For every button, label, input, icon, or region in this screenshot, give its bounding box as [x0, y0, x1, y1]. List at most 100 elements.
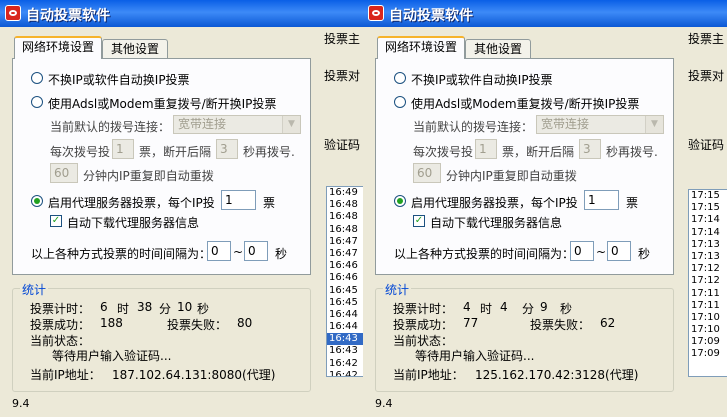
settings-panel: 不换IP或软件自动换IP投票 使用Adsl或Modem重复拨号/断开换IP投票 当前…	[12, 58, 311, 275]
current-ip-label: 当前IP地址：	[30, 368, 101, 382]
votes-per-dial-input[interactable]: 1	[475, 139, 497, 159]
log-list-item[interactable]: 17:11	[689, 300, 727, 312]
log-list-item[interactable]: 17:15	[689, 190, 727, 202]
proxy-label[interactable]: 启用代理服务器投票，每个IP投	[48, 194, 215, 211]
log-list-item[interactable]: 16:47	[327, 248, 363, 260]
log-list-item[interactable]: 17:09	[689, 348, 727, 360]
radio-adsl-redial[interactable]	[394, 96, 406, 108]
timer-hours: 6	[100, 300, 108, 314]
votes-per-dial-input[interactable]: 1	[112, 139, 134, 159]
vote-window-right: 自动投票软件网络环境设置 其他设置不换IP或软件自动换IP投票使用Adsl或Mod…	[363, 0, 727, 417]
timer-seconds: 10	[177, 300, 193, 314]
dial-connection-select[interactable]: 宽带连接 ▼	[173, 115, 301, 134]
log-list-item[interactable]: 16:42	[327, 358, 363, 370]
tab-network-settings[interactable]: 网络环境设置	[377, 36, 465, 59]
log-list-item[interactable]: 17:09	[689, 336, 727, 348]
disconnect-interval-input[interactable]: 3	[579, 139, 601, 159]
no-repeat-minutes-input[interactable]: 60	[50, 163, 78, 183]
no-switch-ip-label[interactable]: 不换IP或软件自动换IP投票	[48, 71, 190, 88]
log-list-item[interactable]: 16:43	[327, 333, 363, 346]
log-list-item[interactable]: 16:47	[327, 236, 363, 248]
proxy-label[interactable]: 启用代理服务器投票，每个IP投	[411, 194, 578, 211]
log-list-item[interactable]: 16:42	[327, 370, 363, 376]
interval-unit-label: 秒	[638, 247, 651, 261]
log-list-item[interactable]: 17:12	[689, 263, 727, 275]
radio-no-switch-ip[interactable]	[394, 72, 406, 84]
redial-label: 秒再拨号.	[243, 145, 295, 159]
no-repeat-label: 分钟内IP重复即自动重拨	[83, 169, 214, 183]
vote-success-label: 投票成功：	[30, 318, 91, 332]
version-label: 9.4	[375, 397, 393, 410]
log-list-item[interactable]: 17:10	[689, 324, 727, 336]
disconnect-interval-input[interactable]: 3	[216, 139, 238, 159]
log-list-item[interactable]: 16:48	[327, 224, 363, 236]
auto-download-label[interactable]: 自动下载代理服务器信息	[67, 214, 199, 231]
votes-per-ip-input[interactable]: 1	[584, 190, 619, 210]
votes-per-ip-input[interactable]: 1	[221, 190, 256, 210]
log-list[interactable]: 17:15 17:15 17:14 17:14 17:13 17:13 17:12 17:12…	[688, 189, 727, 377]
vote-success-count: 188	[100, 316, 123, 330]
vote-topic-label: 投票主	[688, 32, 725, 46]
interval-min-input[interactable]: 0	[570, 241, 594, 261]
adsl-redial-label[interactable]: 使用Adsl或Modem重复拨号/断开换IP投票	[48, 95, 276, 112]
interval-min-input[interactable]: 0	[207, 241, 231, 261]
title-bar[interactable]: 自动投票软件	[0, 0, 363, 27]
log-list-item[interactable]: 17:12	[689, 275, 727, 287]
timer-hours-unit: 时	[117, 302, 130, 316]
tab-other-settings[interactable]: 其他设置	[102, 39, 168, 60]
disconnect-label: 票，断开后隔	[502, 145, 575, 159]
no-switch-ip-label[interactable]: 不换IP或软件自动换IP投票	[411, 71, 553, 88]
log-list[interactable]: 16:49 16:48 16:48 16:48 16:47 16:47 16:46 16:46…	[326, 186, 363, 377]
tab-network-settings[interactable]: 网络环境设置	[14, 36, 102, 59]
no-repeat-label: 分钟内IP重复即自动重拨	[446, 169, 577, 183]
log-list-item[interactable]: 17:11	[689, 288, 727, 300]
radio-proxy[interactable]	[394, 195, 406, 207]
log-list-item[interactable]: 17:13	[689, 251, 727, 263]
vote-window-left: 自动投票软件网络环境设置 其他设置不换IP或软件自动换IP投票使用Adsl或Mod…	[0, 0, 363, 417]
vote-topic-label: 投票主	[324, 32, 361, 46]
chevron-down-icon[interactable]: ▼	[282, 116, 300, 133]
tab-other-settings[interactable]: 其他设置	[465, 39, 531, 60]
vote-target-label: 投票对	[324, 69, 361, 83]
timer-minutes-unit: 分	[522, 302, 535, 316]
no-repeat-minutes-input[interactable]: 60	[413, 163, 441, 183]
auto-download-checkbox[interactable]: ✓	[50, 215, 62, 227]
log-list-item[interactable]: 17:13	[689, 239, 727, 251]
dial-connection-value: 宽带连接	[541, 117, 590, 131]
log-list-item[interactable]: 17:14	[689, 214, 727, 226]
captcha-label: 验证码	[688, 138, 725, 152]
log-list-item[interactable]: 16:44	[327, 321, 363, 333]
title-bar[interactable]: 自动投票软件	[363, 0, 727, 27]
version-label: 9.4	[12, 397, 30, 410]
log-list-item[interactable]: 16:48	[327, 199, 363, 211]
log-list-item[interactable]: 16:45	[327, 297, 363, 309]
log-list-item[interactable]: 16:44	[327, 309, 363, 321]
radio-proxy[interactable]	[31, 195, 43, 207]
vote-fail-count: 80	[237, 316, 253, 330]
current-status-text: 等待用户输入验证码...	[415, 349, 535, 363]
log-list-item[interactable]: 16:48	[327, 211, 363, 223]
app-icon	[5, 5, 21, 21]
auto-download-label[interactable]: 自动下载代理服务器信息	[430, 214, 562, 231]
window-title: 自动投票软件	[389, 8, 473, 24]
log-list-item[interactable]: 17:14	[689, 227, 727, 239]
log-list-item[interactable]: 16:45	[327, 285, 363, 297]
adsl-redial-label[interactable]: 使用Adsl或Modem重复拨号/断开换IP投票	[411, 95, 639, 112]
log-list-item[interactable]: 17:15	[689, 202, 727, 214]
log-list-item[interactable]: 16:46	[327, 260, 363, 272]
radio-no-switch-ip[interactable]	[31, 72, 43, 84]
chevron-down-icon[interactable]: ▼	[645, 116, 663, 133]
auto-download-checkbox[interactable]: ✓	[413, 215, 425, 227]
vote-success-label: 投票成功：	[393, 318, 454, 332]
interval-max-input[interactable]: 0	[607, 241, 631, 261]
radio-adsl-redial[interactable]	[31, 96, 43, 108]
interval-max-input[interactable]: 0	[244, 241, 268, 261]
dial-connection-select[interactable]: 宽带连接 ▼	[536, 115, 664, 134]
log-list-item[interactable]: 16:46	[327, 272, 363, 284]
log-list-item[interactable]: 17:10	[689, 312, 727, 324]
log-list-item[interactable]: 16:43	[327, 345, 363, 357]
timer-hours: 4	[463, 300, 471, 314]
log-list-item[interactable]: 16:49	[327, 187, 363, 199]
current-ip-value: 187.102.64.131:8080(代理)	[112, 368, 276, 382]
captcha-label: 验证码	[324, 138, 361, 152]
